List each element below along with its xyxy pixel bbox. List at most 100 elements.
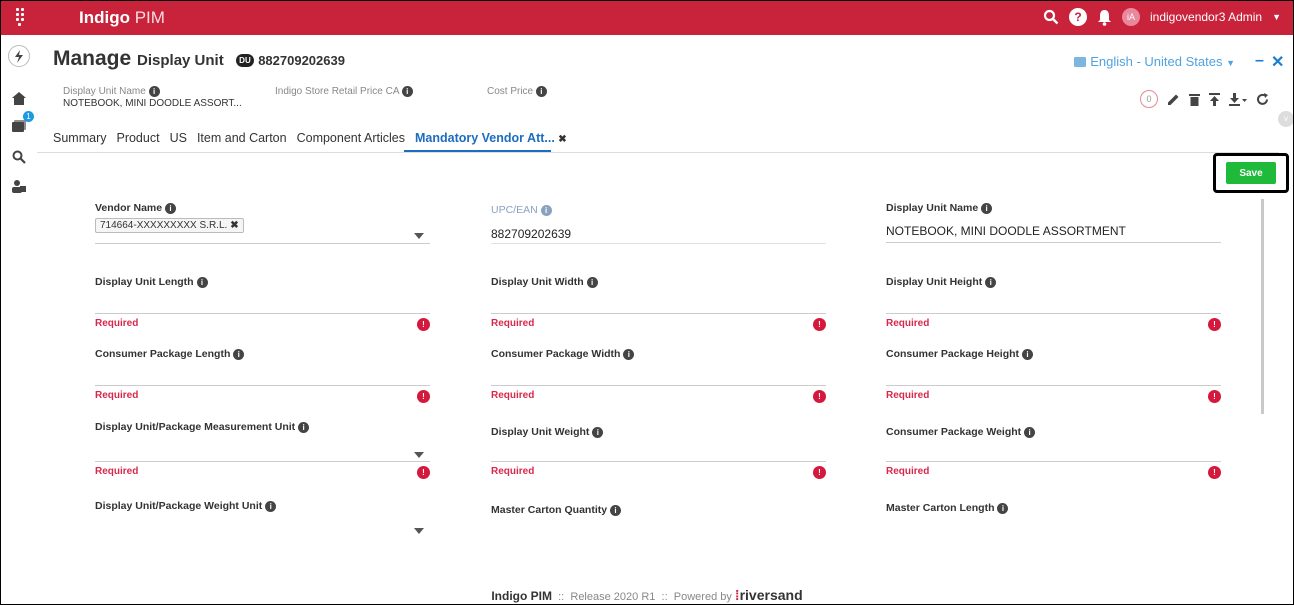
locale-selector[interactable]: English - United States ▼ [1074,54,1235,69]
error-icon: ! [1208,390,1221,403]
field-vendor-name: Vendor Name i 714664-XXXXXXXXX S.R.L. ✖ [95,202,430,244]
close-tab-icon[interactable]: ✖ [558,134,566,145]
field-master-carton-quantity[interactable]: Master Carton Quantity i [491,504,826,534]
info-icon[interactable]: i [1021,349,1033,360]
avatar[interactable]: iA [1122,8,1140,26]
info-icon[interactable]: i [535,86,547,97]
display-unit-name-value[interactable]: NOTEBOOK, MINI DOODLE ASSORTMENT [886,224,1126,238]
user-menu[interactable]: indigovendor3 Admin [1150,10,1262,24]
info-icon[interactable]: i [610,505,622,516]
info-icon[interactable]: i [985,277,997,288]
info-icon[interactable]: i [265,501,277,512]
info-icon[interactable]: i [623,349,635,360]
info-icon[interactable]: i [592,427,604,438]
field-measurement-unit[interactable]: Display Unit/Package Measurement Unit i … [95,421,430,483]
field-consumer-package-width[interactable]: Consumer Package Width i Required ! [491,348,826,408]
required-message: Required [491,318,535,329]
dropdown-caret-icon[interactable] [414,452,424,458]
info-icon[interactable]: i [196,277,208,288]
app-grid-icon[interactable] [16,8,26,28]
error-icon: ! [417,318,430,331]
dropdown-caret-icon[interactable] [414,233,424,239]
field-consumer-package-weight[interactable]: Consumer Package Weight i Required ! [886,426,1221,484]
left-nav: 1 [1,35,37,604]
scrollbar[interactable] [1261,199,1264,414]
error-icon: ! [1208,318,1221,331]
required-message: Required [95,466,139,477]
info-icon[interactable]: i [586,277,598,288]
tab-product[interactable]: Product [116,131,159,145]
info-icon[interactable]: i [997,503,1009,514]
tab-bar: Summary Product US Item and Carton Compo… [53,131,567,145]
field-display-unit-name: Display Unit Name i NOTEBOOK, MINI DOODL… [886,202,1221,243]
info-icon[interactable]: i [1024,427,1036,438]
info-icon[interactable]: i [981,203,993,214]
help-icon[interactable]: ? [1069,8,1087,26]
field-upc-ean: UPC/EAN i 882709202639 [491,204,826,244]
entity-id: 882709202639 [258,53,345,68]
bell-icon[interactable] [1097,9,1112,26]
delete-icon[interactable] [1189,93,1200,106]
user-admin-icon[interactable] [8,175,30,197]
entity-type-badge: DU [236,54,254,67]
tab-summary[interactable]: Summary [53,131,106,145]
brand-logo[interactable]: Indigo PIM [79,8,165,28]
search-icon[interactable] [1043,9,1059,25]
info-icon[interactable]: i [148,86,160,97]
required-message: Required [886,390,930,401]
entity-toolbar: 0 [1140,90,1269,108]
required-message: Required [491,466,535,477]
info-icon[interactable]: i [540,205,552,216]
vendor-chip[interactable]: 714664-XXXXXXXXX S.R.L. ✖ [95,218,244,233]
required-message: Required [95,390,139,401]
refresh-icon[interactable] [1256,92,1269,106]
chevron-down-icon[interactable]: ▼ [1272,12,1281,22]
error-icon: ! [417,466,430,479]
info-icon[interactable]: i [233,349,245,360]
footer: Indigo PIM :: Release 2020 R1 :: Powered… [491,587,803,603]
search-nav-icon[interactable] [8,146,30,168]
translate-icon [1074,57,1087,67]
info-icon[interactable]: i [401,86,413,97]
tab-component-articles[interactable]: Component Articles [297,131,405,145]
close-icon[interactable]: ✕ [1271,52,1284,72]
active-tab-indicator [404,150,551,152]
required-message: Required [886,318,930,329]
inbox-icon[interactable]: 1 [8,111,34,137]
lightning-icon[interactable] [8,45,30,67]
field-consumer-package-height[interactable]: Consumer Package Height i Required ! [886,348,1221,408]
field-display-unit-height[interactable]: Display Unit Height i Required ! [886,276,1221,336]
field-display-unit-width[interactable]: Display Unit Width i Required ! [491,276,826,336]
minimize-icon[interactable]: – [1255,52,1264,70]
count-indicator[interactable]: 0 [1140,90,1158,108]
save-button[interactable]: Save [1226,162,1276,184]
required-message: Required [886,466,930,477]
error-icon: ! [417,390,430,403]
field-display-unit-weight[interactable]: Display Unit Weight i Required ! [491,426,826,484]
download-icon[interactable] [1229,92,1247,106]
meta-cost-price: Cost Price i [487,86,547,97]
tab-divider [37,152,1279,153]
field-master-carton-length[interactable]: Master Carton Length i [886,502,1221,532]
required-message: Required [491,390,535,401]
meta-retail-price: Indigo Store Retail Price CA i [275,86,413,97]
field-weight-unit[interactable]: Display Unit/Package Weight Unit i [95,500,430,540]
upload-icon[interactable] [1209,92,1220,106]
dropdown-caret-icon[interactable] [414,528,424,534]
error-icon: ! [813,390,826,403]
tab-mandatory-vendor-attributes[interactable]: Mandatory Vendor Att... ✖ [415,131,567,145]
field-consumer-package-length[interactable]: Consumer Package Length i Required ! [95,348,430,408]
tab-item-and-carton[interactable]: Item and Carton [197,131,287,145]
notification-badge: 1 [23,111,34,122]
edit-icon[interactable] [1167,93,1180,106]
field-display-unit-length[interactable]: Display Unit Length i Required ! [95,276,430,336]
error-icon: ! [813,466,826,479]
home-icon[interactable] [8,87,30,109]
page-title: Manage Display Unit [53,47,224,70]
upc-value: 882709202639 [491,227,572,241]
collapse-header-icon[interactable]: ˅ [1278,111,1293,127]
info-icon[interactable]: i [298,422,310,433]
remove-chip-icon[interactable]: ✖ [230,220,238,231]
tab-us[interactable]: US [170,131,187,145]
info-icon[interactable]: i [165,203,177,214]
